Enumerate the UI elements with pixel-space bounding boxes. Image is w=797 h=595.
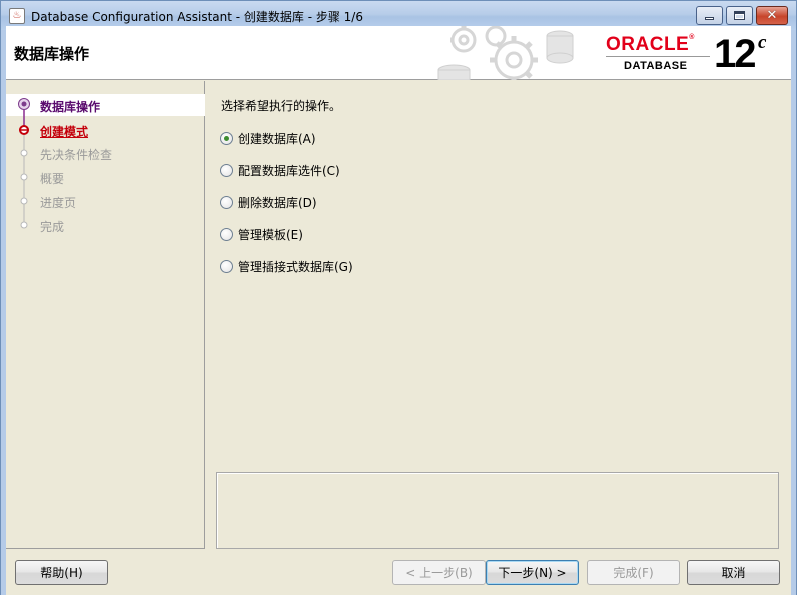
operation-content: 选择希望执行的操作。 创建数据库(A) 配置数据库选件(C) 删除数据库(D) … bbox=[206, 81, 791, 549]
close-icon: ✕ bbox=[766, 8, 778, 23]
maximize-icon bbox=[734, 11, 745, 20]
option-label: 删除数据库(D) bbox=[238, 195, 317, 210]
option-label: 管理插接式数据库(G) bbox=[238, 259, 353, 274]
minimize-button[interactable] bbox=[696, 6, 723, 25]
radio-manage-pluggable-databases[interactable] bbox=[220, 259, 233, 273]
logo-divider bbox=[606, 56, 710, 57]
radio-delete-database[interactable] bbox=[220, 195, 233, 209]
step-database-operation: 数据库操作 bbox=[40, 100, 101, 114]
next-button[interactable]: 下一步(N) > bbox=[486, 560, 579, 585]
option-manage-pluggable-databases[interactable]: 管理插接式数据库(G) bbox=[220, 258, 353, 274]
option-label: 创建数据库(A) bbox=[238, 131, 316, 146]
step-summary: 概要 bbox=[40, 172, 65, 186]
finish-button[interactable]: 完成(F) bbox=[587, 560, 680, 585]
back-button[interactable]: < 上一步(B) bbox=[392, 560, 486, 585]
gears-decoration-icon bbox=[437, 26, 574, 80]
window-title: Database Configuration Assistant - 创建数据库… bbox=[31, 10, 363, 24]
step-navigation: 数据库操作 创建模式 先决条件检查 概要 进度页 完成 bbox=[6, 81, 205, 549]
window-frame-right bbox=[791, 30, 797, 595]
maximize-button[interactable] bbox=[726, 6, 753, 25]
oracle-version-suffix: c bbox=[758, 32, 767, 53]
radio-selected-dot bbox=[224, 135, 229, 141]
help-button[interactable]: 帮助(H) bbox=[15, 560, 108, 585]
option-configure-options[interactable]: 配置数据库选件(C) bbox=[220, 162, 340, 178]
option-delete-database[interactable]: 删除数据库(D) bbox=[220, 194, 317, 210]
close-button[interactable]: ✕ bbox=[756, 6, 788, 25]
step-creation-mode[interactable]: 创建模式 bbox=[40, 123, 88, 140]
option-create-database[interactable]: 创建数据库(A) bbox=[220, 130, 316, 146]
step-timeline-icon bbox=[18, 98, 30, 229]
option-label: 配置数据库选件(C) bbox=[238, 163, 340, 178]
java-cup-icon: ♨ bbox=[9, 8, 25, 24]
step-finish: 完成 bbox=[40, 220, 65, 234]
cancel-button[interactable]: 取消 bbox=[687, 560, 780, 585]
step-prerequisite-checks: 先决条件检查 bbox=[40, 148, 113, 162]
oracle-database-logo: ORACLE® DATABASE 12 c bbox=[606, 32, 786, 76]
oracle-registered-mark: ® bbox=[689, 34, 695, 41]
option-manage-templates[interactable]: 管理模板(E) bbox=[220, 226, 303, 242]
radio-manage-templates[interactable] bbox=[220, 227, 233, 241]
oracle-version: 12 bbox=[714, 32, 756, 76]
step-progress-page: 进度页 bbox=[40, 196, 77, 210]
dialog-client: 数据库操作 ORACLE® DATABASE 12 c 数据库操作 创建模式 先… bbox=[6, 26, 791, 595]
page-title: 数据库操作 bbox=[14, 45, 90, 63]
oracle-brand: ORACLE® bbox=[606, 34, 695, 56]
operation-prompt: 选择希望执行的操作。 bbox=[221, 99, 342, 113]
radio-create-database[interactable] bbox=[220, 131, 233, 145]
oracle-product: DATABASE bbox=[624, 60, 688, 72]
current-step-highlight bbox=[6, 94, 205, 116]
window-controls: ✕ bbox=[693, 6, 788, 25]
option-label: 管理模板(E) bbox=[238, 227, 303, 242]
radio-configure-options[interactable] bbox=[220, 163, 233, 177]
message-area bbox=[216, 472, 779, 549]
minimize-icon bbox=[705, 17, 714, 20]
oracle-brand-text: ORACLE bbox=[606, 34, 690, 55]
header-band: 数据库操作 ORACLE® DATABASE 12 c bbox=[6, 26, 791, 80]
